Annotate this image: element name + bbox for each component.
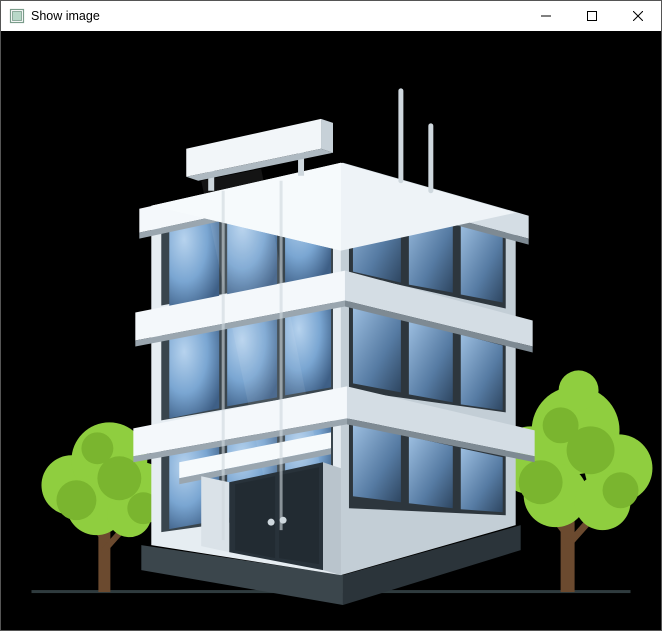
app-icon xyxy=(9,8,25,24)
application-window: Show image xyxy=(0,0,662,631)
maximize-icon xyxy=(587,11,597,21)
close-button[interactable] xyxy=(615,1,661,31)
maximize-button[interactable] xyxy=(569,1,615,31)
minimize-button[interactable] xyxy=(523,1,569,31)
window-title: Show image xyxy=(31,9,100,23)
image-viewport xyxy=(1,31,661,630)
close-icon xyxy=(633,11,643,21)
title-bar[interactable]: Show image xyxy=(1,1,661,31)
minimize-icon xyxy=(541,11,551,21)
displayed-image xyxy=(1,31,661,630)
